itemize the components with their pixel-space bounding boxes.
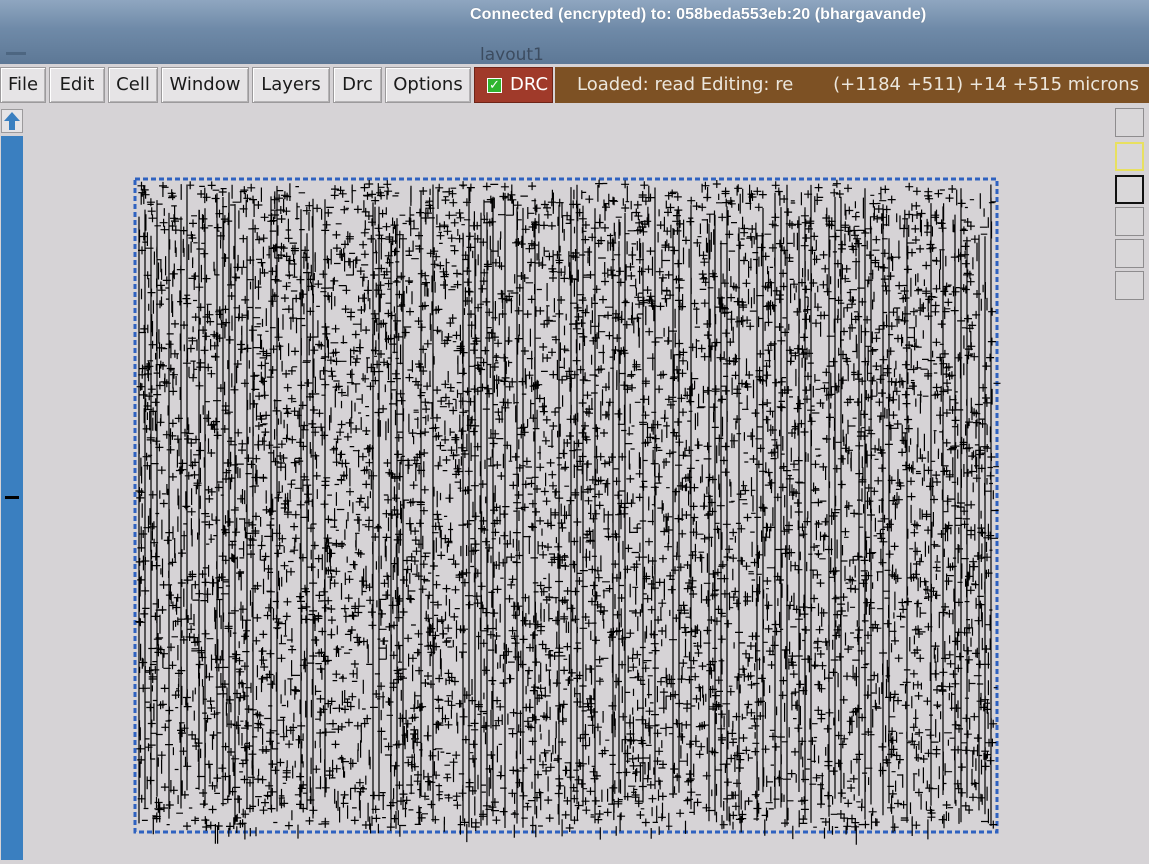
drc-toggle-button[interactable]: ✓ DRC (474, 67, 553, 103)
drc-toggle-label: DRC (510, 74, 549, 95)
menu-window[interactable]: Window (161, 67, 249, 103)
vnc-titlebar: Connected (encrypted) to: 058beda553eb:2… (0, 0, 1149, 65)
menu-layers[interactable]: Layers (252, 67, 330, 103)
layout-cells (135, 179, 1001, 845)
blank-tool-icon[interactable] (1115, 108, 1144, 137)
menu-drc[interactable]: Drc (333, 67, 382, 103)
menu-options[interactable]: Options (385, 67, 471, 103)
menu-file[interactable]: File (0, 67, 46, 103)
drc-checkbox-icon[interactable]: ✓ (487, 78, 502, 93)
status-coordinates: (+1184 +511) +14 +515 microns (833, 74, 1139, 95)
connection-status-text: Connected (encrypted) to: 058beda553eb:2… (470, 6, 927, 23)
tool-palette (1113, 108, 1149, 860)
arrow-up-icon (4, 112, 20, 130)
status-bar: Loaded: read Editing: re (+1184 +511) +1… (555, 67, 1149, 103)
status-loaded-editing: Loaded: read Editing: re (577, 74, 794, 95)
menu-edit[interactable]: Edit (49, 67, 105, 103)
window-title: layout1 (480, 45, 544, 60)
blank-tool-icon[interactable] (1115, 207, 1144, 236)
layout-drawing[interactable] (27, 108, 1112, 860)
layout-canvas[interactable] (27, 108, 1112, 860)
blank-tool-icon[interactable] (1115, 271, 1144, 300)
window-menu-icon[interactable] (6, 52, 26, 55)
black-box-tool-icon[interactable] (1115, 175, 1144, 204)
blank-tool-icon[interactable] (1115, 239, 1144, 268)
menubar: File Edit Cell Window Layers Drc Options… (0, 64, 1149, 106)
scrollbar-position-marker[interactable] (5, 496, 19, 499)
layout-wiring (135, 179, 1001, 845)
vertical-scrollbar[interactable] (0, 108, 25, 860)
scroll-up-button[interactable] (1, 109, 23, 133)
menu-cell[interactable]: Cell (108, 67, 158, 103)
yellow-box-tool-icon[interactable] (1115, 142, 1144, 171)
